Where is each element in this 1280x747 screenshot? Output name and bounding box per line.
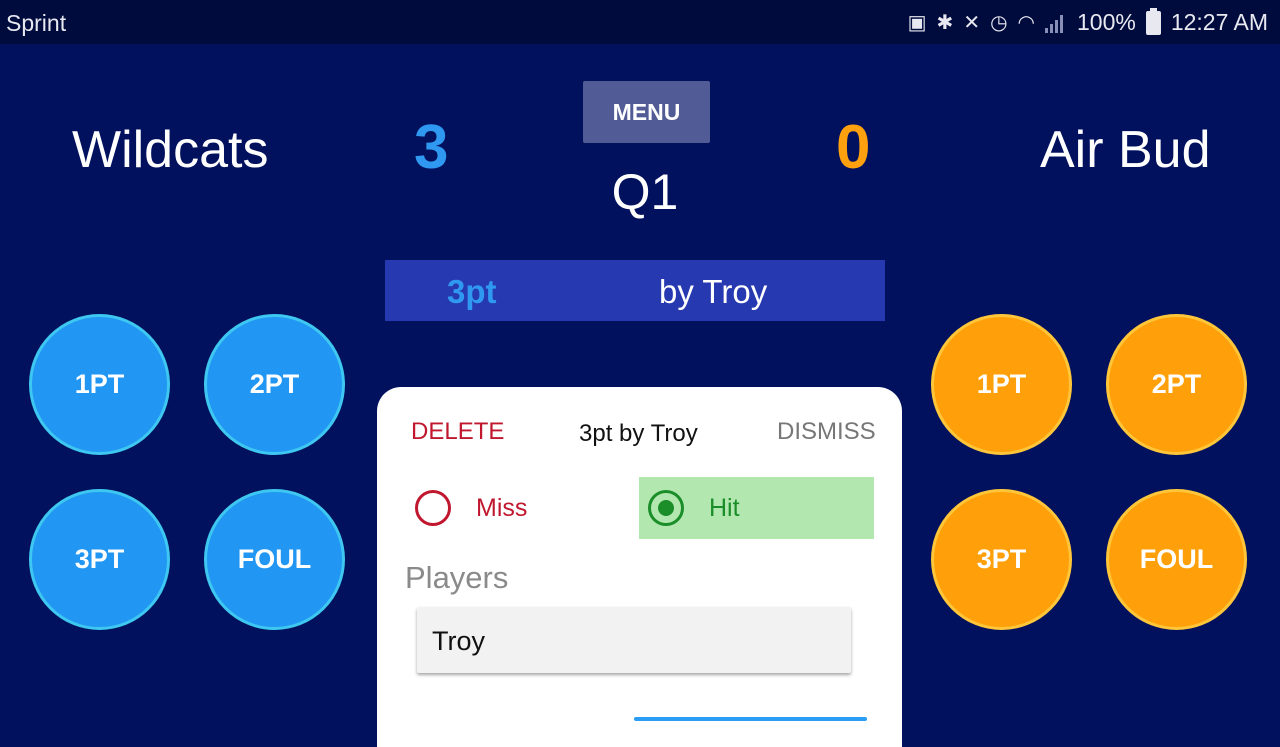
- home-3pt-button[interactable]: 3PT: [29, 489, 170, 630]
- miss-label: Miss: [476, 494, 528, 522]
- battery-saver-icon: ▣: [907, 11, 927, 34]
- status-icons: ▣ ✱ ✕ ◷ ◠ 100% 12:27 AM: [907, 7, 1268, 36]
- away-foul-button[interactable]: FOUL: [1106, 489, 1247, 630]
- battery-icon: [1145, 7, 1161, 35]
- hit-radio[interactable]: [648, 490, 684, 526]
- miss-option[interactable]: Miss: [407, 477, 627, 539]
- players-label: Players: [405, 560, 509, 595]
- player-value: Troy: [432, 626, 485, 656]
- away-1pt-button[interactable]: 1PT: [931, 314, 1072, 455]
- home-2pt-button[interactable]: 2PT: [204, 314, 345, 455]
- signal-icon: [1044, 13, 1067, 33]
- wifi-icon: ◠: [1017, 11, 1035, 34]
- clock: 12:27 AM: [1170, 9, 1268, 35]
- dialog-title: 3pt by Troy: [579, 420, 698, 447]
- away-team-name[interactable]: Air Bud: [1040, 120, 1211, 180]
- mute-icon: ✕: [963, 11, 981, 34]
- away-3pt-button[interactable]: 3PT: [931, 489, 1072, 630]
- hit-label: Hit: [709, 494, 740, 522]
- delete-button[interactable]: DELETE: [411, 418, 504, 446]
- away-2pt-button[interactable]: 2PT: [1106, 314, 1247, 455]
- player-select[interactable]: Troy: [417, 607, 851, 673]
- home-score: 3: [414, 113, 449, 182]
- bluetooth-icon: ✱: [936, 11, 954, 34]
- battery-percent: 100%: [1076, 9, 1136, 35]
- home-foul-button[interactable]: FOUL: [204, 489, 345, 630]
- carrier-name: Sprint: [6, 10, 67, 36]
- last-play-banner[interactable]: 3pt by Troy: [385, 260, 885, 321]
- home-1pt-button[interactable]: 1PT: [29, 314, 170, 455]
- menu-button[interactable]: MENU: [583, 81, 710, 143]
- quarter-indicator[interactable]: Q1: [580, 163, 710, 221]
- dismiss-button[interactable]: DISMISS: [777, 418, 876, 446]
- play-edit-dialog: DELETE 3pt by Troy DISMISS Miss Hit Play…: [377, 387, 902, 747]
- away-score: 0: [836, 113, 871, 182]
- last-play-player: by Troy: [659, 273, 768, 310]
- status-bar: Sprint ▣ ✱ ✕ ◷ ◠ 100% 12:27 AM: [0, 0, 1280, 44]
- last-play-type: 3pt: [447, 273, 497, 310]
- dialog-button-edge: [634, 717, 867, 721]
- home-team-name[interactable]: Wildcats: [72, 120, 268, 180]
- miss-radio[interactable]: [415, 490, 451, 526]
- alarm-icon: ◷: [990, 11, 1008, 34]
- hit-option[interactable]: Hit: [639, 477, 874, 539]
